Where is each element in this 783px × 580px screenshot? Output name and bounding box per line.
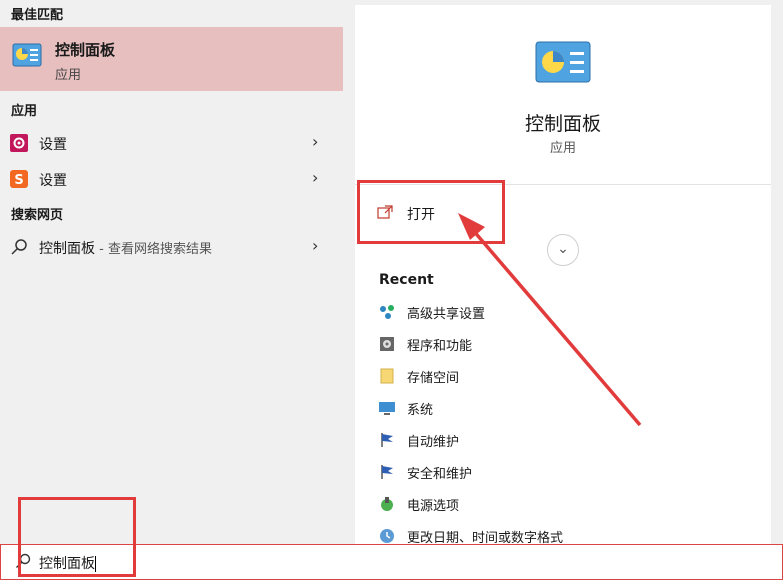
programs-icon — [380, 337, 394, 351]
power-icon — [381, 497, 393, 511]
open-action[interactable]: 打开 — [377, 203, 527, 227]
recent-item-label: 电源选项 — [407, 499, 460, 514]
gear-icon — [10, 134, 28, 152]
recent-item-label: 系统 — [407, 403, 434, 418]
best-match-title: 控制面板 — [55, 41, 116, 59]
chevron-right-icon[interactable]: › — [312, 132, 318, 151]
details-panel: 控制面板 应用 打开 ⌄ Recent 高级共享设置 程序和功能 存储空间 系统 — [355, 5, 771, 546]
search-bar[interactable]: 控制面板 — [0, 544, 783, 580]
sogou-settings-icon: S — [10, 170, 28, 188]
control-panel-icon — [12, 43, 42, 67]
web-search-header: 搜索网页 — [11, 208, 64, 223]
web-search-result[interactable]: 控制面板 - 查看网络搜索结果 › — [0, 230, 343, 264]
apps-header: 应用 — [11, 104, 38, 119]
app-result-label: 设置 — [39, 137, 67, 153]
recent-item-label: 自动维护 — [407, 435, 460, 450]
recent-item[interactable]: 高级共享设置 — [379, 302, 699, 324]
results-panel: 最佳匹配 控制面板 应用 应用 设置 › S 设置 › 搜索网页 控制面板 - … — [0, 0, 343, 544]
recent-item[interactable]: 系统 — [379, 398, 699, 420]
best-match-control-panel[interactable]: 控制面板 应用 — [0, 27, 343, 91]
divider — [355, 184, 771, 185]
recent-item[interactable]: 安全和维护 — [379, 462, 699, 484]
search-input-value: 控制面板 — [39, 556, 95, 572]
web-result-hint: - 查看网络搜索结果 — [95, 242, 212, 257]
flag-icon — [381, 465, 393, 479]
best-match-header: 最佳匹配 — [11, 8, 64, 23]
recent-item[interactable]: 程序和功能 — [379, 334, 699, 356]
recent-item-label: 高级共享设置 — [407, 307, 486, 322]
open-external-icon — [377, 205, 393, 219]
recent-item-label: 程序和功能 — [407, 339, 473, 354]
flag-icon — [381, 433, 393, 447]
recent-item[interactable]: 电源选项 — [379, 494, 699, 516]
app-name: 控制面板 — [524, 113, 601, 135]
svg-text:S: S — [14, 173, 23, 188]
web-result-label: 控制面板 — [39, 241, 95, 257]
best-match-subtitle: 应用 — [55, 68, 82, 83]
app-result-label: 设置 — [39, 173, 67, 189]
search-icon — [11, 239, 27, 255]
recent-header: Recent — [379, 272, 434, 288]
chevron-down-icon: ⌄ — [557, 241, 569, 257]
app-type: 应用 — [549, 141, 576, 156]
search-icon — [16, 553, 31, 568]
text-caret — [95, 556, 96, 572]
chevron-right-icon[interactable]: › — [312, 168, 318, 187]
monitor-icon — [379, 402, 395, 415]
open-label: 打开 — [407, 207, 435, 223]
recent-item[interactable]: 存储空间 — [379, 366, 699, 388]
network-share-icon — [380, 305, 394, 319]
control-panel-icon — [535, 41, 591, 83]
chevron-right-icon[interactable]: › — [312, 236, 318, 255]
globe-clock-icon — [380, 529, 394, 543]
recent-item-label: 安全和维护 — [407, 467, 473, 482]
recent-item-label: 存储空间 — [407, 371, 460, 386]
app-result-settings-2[interactable]: S 设置 › — [0, 162, 343, 196]
recent-item[interactable]: 自动维护 — [379, 430, 699, 452]
app-result-settings[interactable]: 设置 › — [0, 126, 343, 160]
folder-icon — [380, 368, 394, 384]
expand-button[interactable]: ⌄ — [547, 234, 579, 266]
search-input[interactable]: 控制面板 — [39, 553, 96, 573]
